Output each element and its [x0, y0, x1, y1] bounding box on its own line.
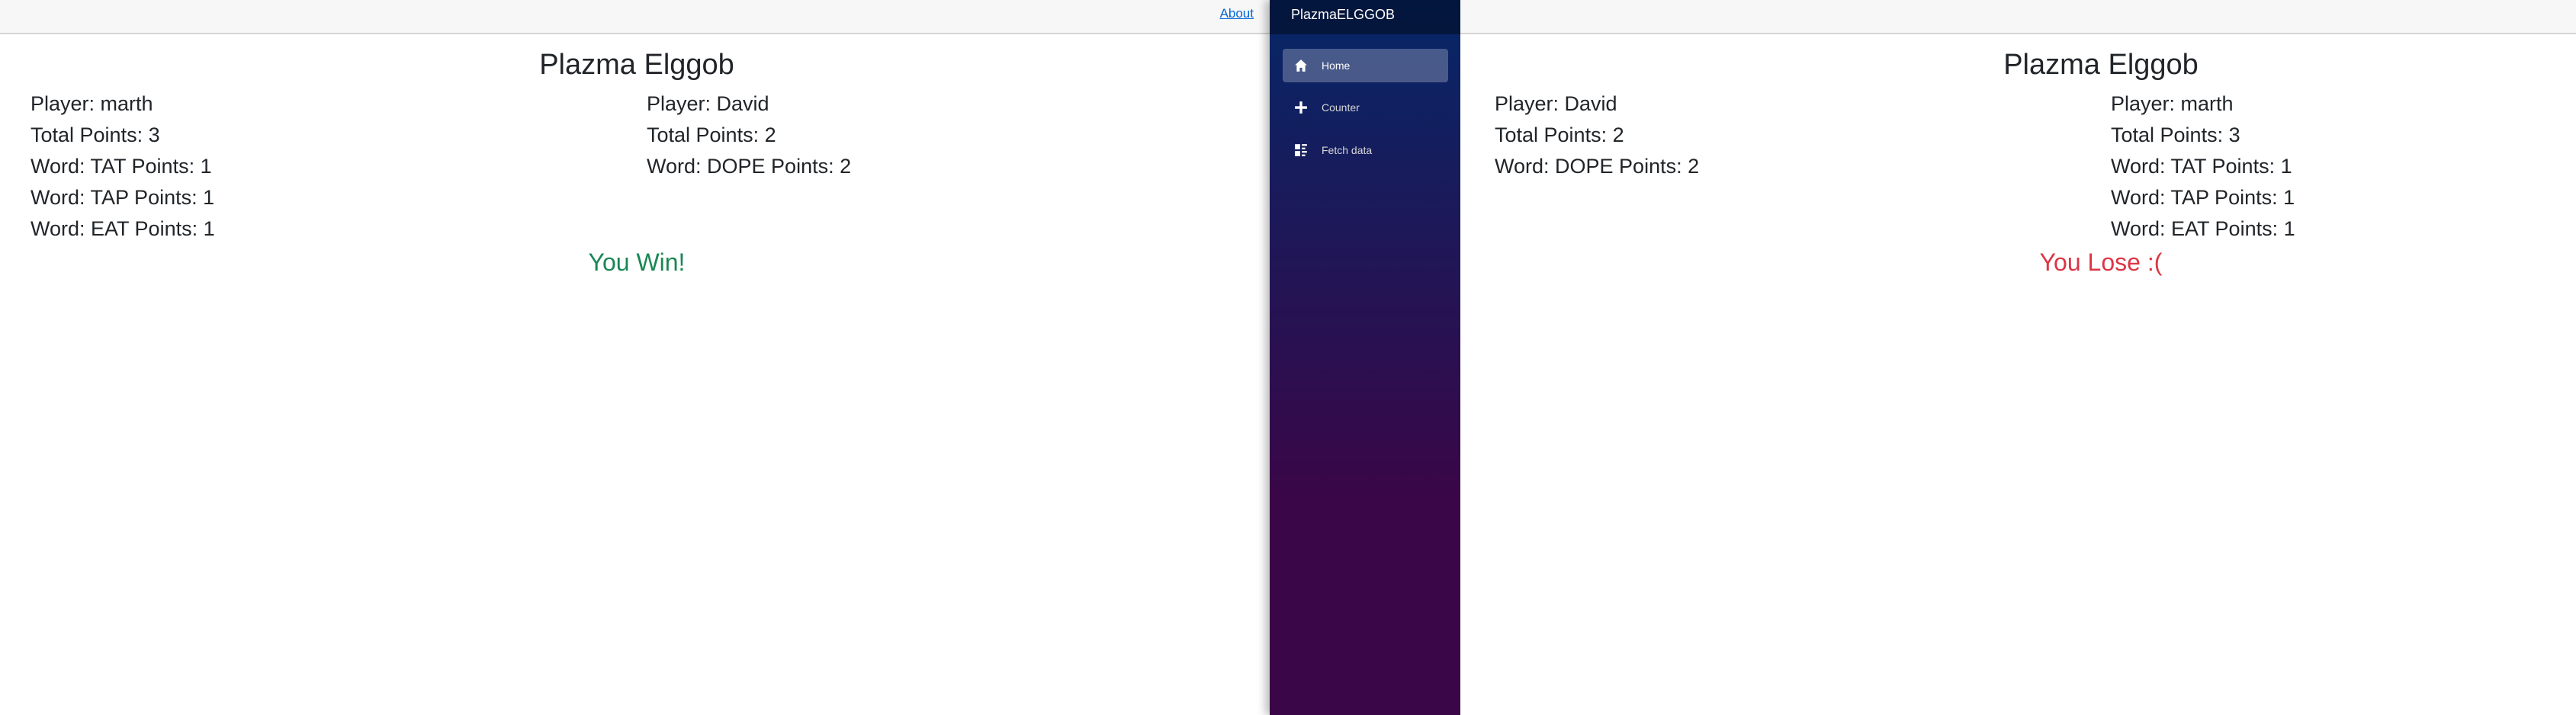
about-link[interactable]: About [1220, 6, 1254, 21]
player-name: Player: David [1495, 92, 1617, 115]
page-title: Plazma Elggob [2003, 49, 2199, 81]
navbar-brand[interactable]: PlazmaELGGOB [1270, 0, 1460, 34]
player-two-panel: Player: David Total Points: 2 Word: DOPE… [647, 88, 851, 182]
word-entry: Word: DOPE Points: 2 [647, 155, 852, 178]
total-points: Total Points: 2 [647, 123, 776, 146]
result-message: You Win! [588, 248, 686, 276]
player-one-panel: Player: David Total Points: 2 Word: DOPE… [1495, 88, 1699, 182]
list-rich-icon [1294, 143, 1308, 157]
word-entry: Word: EAT Points: 1 [31, 217, 215, 240]
right-window: Plazma Elggob Player: David Total Points… [1460, 0, 2576, 715]
player-name: Player: marth [2111, 92, 2234, 115]
player-name: Player: David [647, 92, 769, 115]
total-points: Total Points: 2 [1495, 123, 1624, 146]
word-entry: Word: DOPE Points: 2 [1495, 155, 1700, 178]
top-row: About [0, 0, 1270, 34]
left-window: About Plazma Elggob Player: marth Total … [0, 0, 1270, 715]
sidebar-item-counter[interactable]: Counter [1283, 91, 1448, 124]
word-entry: Word: TAP Points: 1 [31, 186, 215, 209]
plus-icon [1294, 101, 1308, 114]
sidebar-item-label: Home [1322, 59, 1351, 72]
player-two-panel: Player: marth Total Points: 3 Word: TAT … [2111, 88, 2295, 245]
sidebar-item-fetch-data[interactable]: Fetch data [1283, 133, 1448, 167]
word-entry: Word: EAT Points: 1 [2111, 217, 2295, 240]
sidebar: PlazmaELGGOB Home Counter Fetch data [1270, 0, 1460, 715]
sidebar-item-label: Fetch data [1322, 144, 1373, 156]
sidebar-item-label: Counter [1322, 101, 1360, 114]
total-points: Total Points: 3 [31, 123, 160, 146]
sidebar-item-home[interactable]: Home [1283, 49, 1448, 82]
word-entry: Word: TAP Points: 1 [2111, 186, 2295, 209]
home-icon [1294, 59, 1308, 72]
total-points: Total Points: 3 [2111, 123, 2240, 146]
result-message: You Lose :( [2039, 248, 2163, 276]
player-name: Player: marth [31, 92, 153, 115]
player-one-panel: Player: marth Total Points: 3 Word: TAT … [31, 88, 215, 245]
word-entry: Word: TAT Points: 1 [31, 155, 212, 178]
word-entry: Word: TAT Points: 1 [2111, 155, 2292, 178]
page-title: Plazma Elggob [539, 49, 734, 81]
top-row [1460, 0, 2576, 34]
